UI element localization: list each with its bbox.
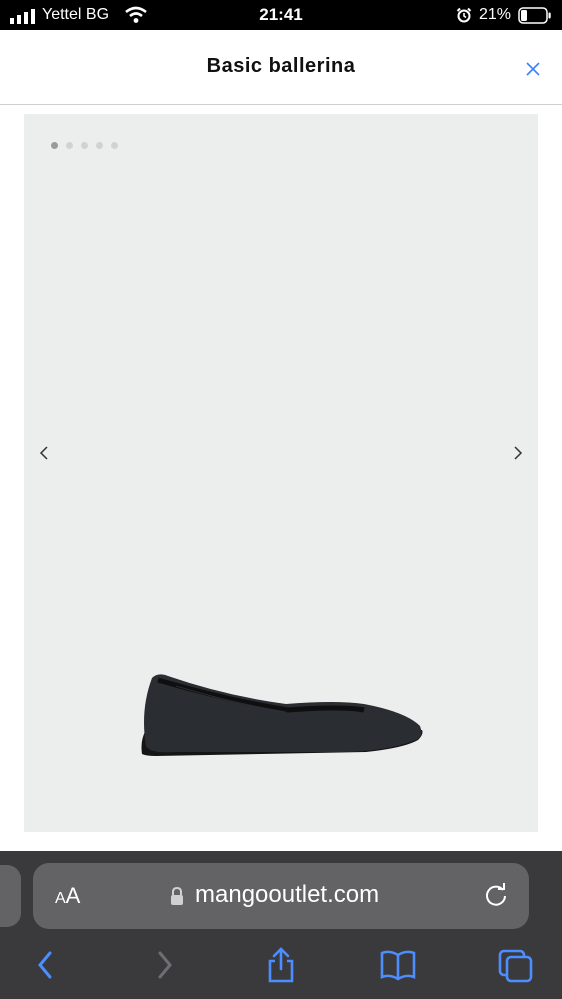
product-header: Basic ballerina <box>0 30 562 105</box>
battery-icon <box>518 7 551 24</box>
aa-small: A <box>55 890 66 907</box>
product-image-gallery[interactable] <box>24 114 538 832</box>
url-text: mangooutlet.com <box>195 881 380 908</box>
gallery-dot[interactable] <box>96 142 103 149</box>
page-title: Basic ballerina <box>206 55 356 77</box>
reader-settings-button[interactable]: AA <box>55 883 80 909</box>
alarm-icon <box>456 7 472 23</box>
previous-tab-preview[interactable] <box>0 865 21 927</box>
browser-toolbar <box>0 945 562 991</box>
forward-icon[interactable] <box>146 945 182 985</box>
bookmarks-icon[interactable] <box>380 945 416 985</box>
chevron-right-icon[interactable] <box>509 442 527 464</box>
gallery-pagination <box>51 142 118 149</box>
back-icon[interactable] <box>28 945 64 985</box>
gallery-dot[interactable] <box>81 142 88 149</box>
gallery-dot[interactable] <box>111 142 118 149</box>
status-bar: Yettel BG 21:41 21% <box>0 0 562 30</box>
lock-icon <box>171 886 183 905</box>
share-icon[interactable] <box>263 945 299 985</box>
tabs-icon[interactable] <box>498 945 534 985</box>
address-bar[interactable]: AA mangooutlet.com <box>33 863 529 929</box>
chevron-left-icon[interactable] <box>35 442 53 464</box>
clock: 21:41 <box>259 5 303 24</box>
browser-bottom-bar: AA mangooutlet.com <box>0 851 562 999</box>
gallery-dot[interactable] <box>66 142 73 149</box>
gallery-dot[interactable] <box>51 142 58 149</box>
aa-big: A <box>65 883 81 908</box>
battery-percent: 21% <box>479 6 512 23</box>
reload-icon[interactable] <box>481 880 511 910</box>
close-icon[interactable] <box>522 58 544 80</box>
product-image <box>141 674 423 756</box>
